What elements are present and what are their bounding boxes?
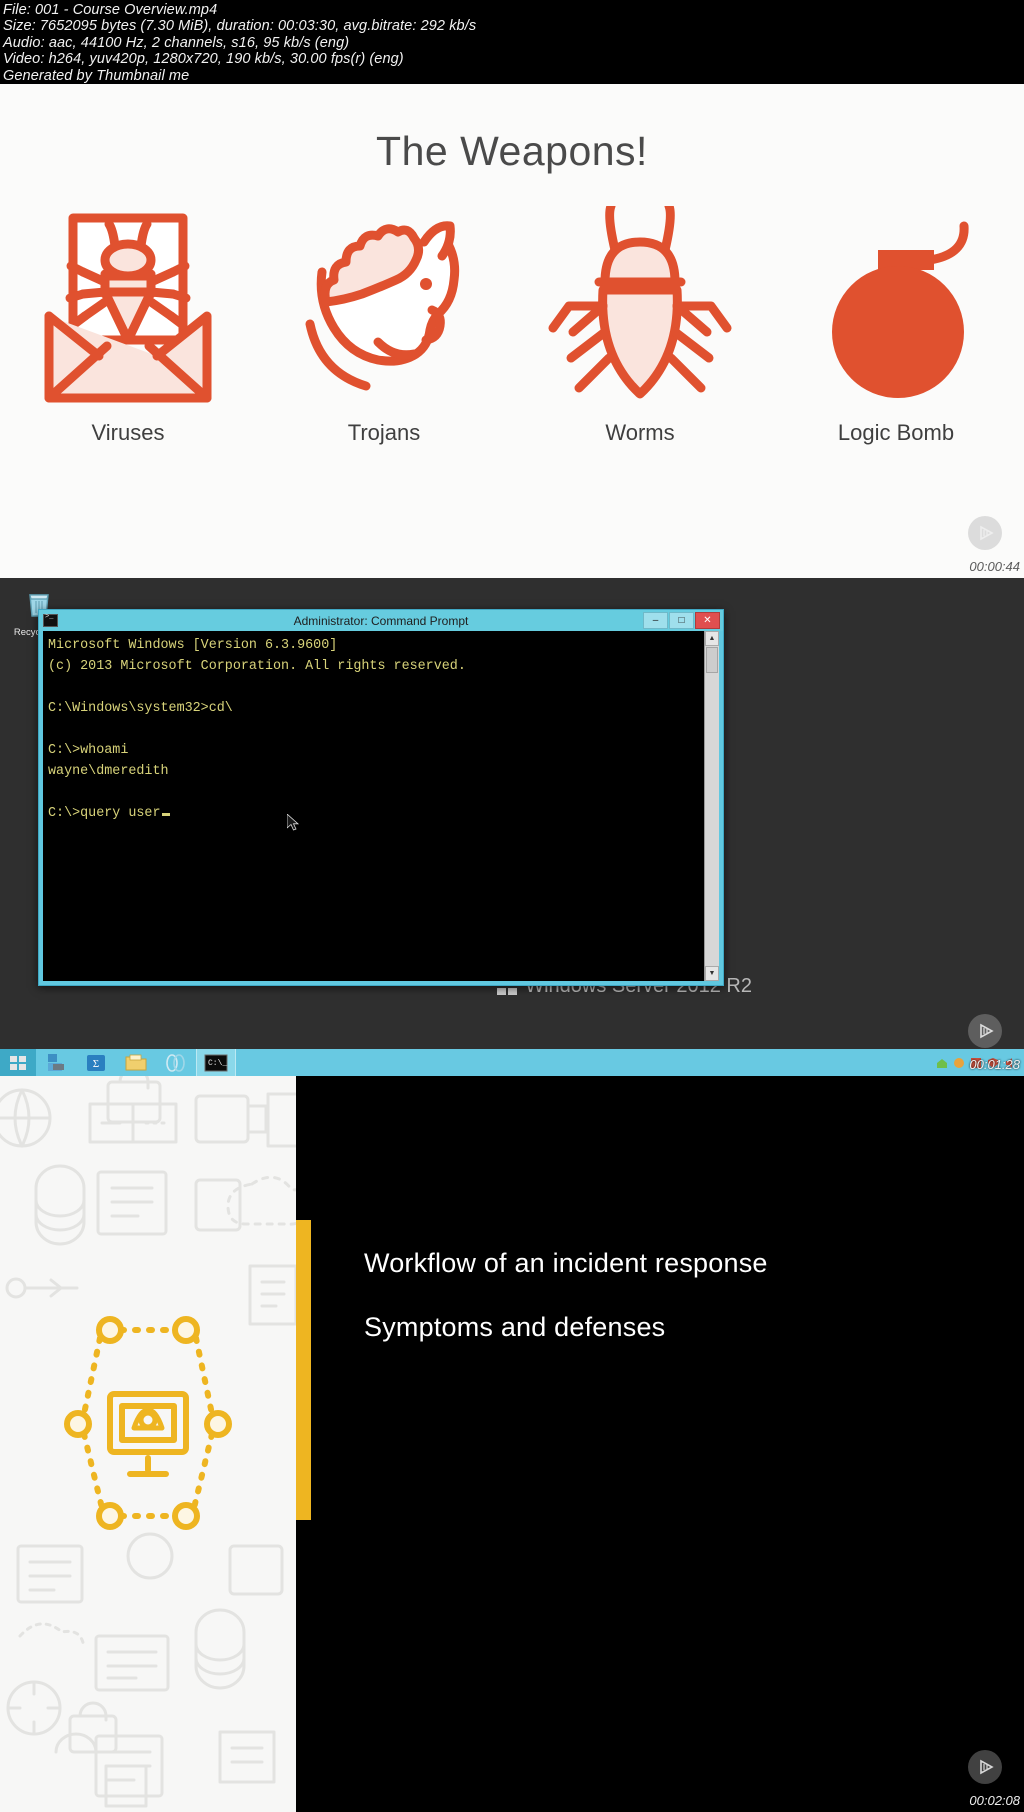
file-info-line-size: Size: 7652095 bytes (7.30 MiB), duration…	[3, 18, 477, 35]
file-info-line-video: Video: h264, yuv420p, 1280x720, 190 kb/s…	[3, 51, 404, 68]
timestamp-slide-1: 00:00:44	[969, 559, 1020, 574]
taskbar-item-file-explorer[interactable]	[116, 1049, 156, 1076]
terminal-output-area[interactable]: Microsoft Windows [Version 6.3.9600] (c)…	[43, 631, 719, 981]
weapon-label: Viruses	[91, 420, 165, 445]
weapons-icon-row: Viruses Trojans Worms Logic Bomb	[0, 206, 1024, 446]
agenda-line: Workflow of an incident response	[364, 1248, 768, 1278]
scroll-down-arrow[interactable]: ▼	[705, 966, 719, 981]
svg-text:C:\_: C:\_	[208, 1059, 227, 1068]
bomb-icon	[832, 221, 969, 398]
powershell-icon: Σ	[87, 1054, 105, 1071]
play-watermark-icon	[968, 1014, 1002, 1048]
taskbar-item-server-manager[interactable]	[36, 1049, 76, 1076]
command-prompt-window[interactable]: Administrator: Command Prompt – □ ✕ Micr…	[38, 609, 724, 986]
windows-desktop: Recycle Bin Windows Server 2012 R2 Admin…	[0, 578, 1024, 1076]
taskbar-item-network-shares[interactable]	[156, 1049, 196, 1076]
server-manager-icon	[48, 1053, 64, 1071]
accent-bar	[296, 1220, 311, 1520]
terminal-text: Microsoft Windows [Version 6.3.9600] (c)…	[48, 638, 466, 821]
timestamp-slide-3: 00:02:08	[969, 1793, 1020, 1808]
taskbar[interactable]: Σ C:\_	[0, 1049, 1024, 1076]
file-info-line-generator: Generated by Thumbnail me	[3, 67, 190, 84]
agenda-line: Symptoms and defenses	[364, 1312, 666, 1342]
svg-text:Σ: Σ	[93, 1058, 99, 1070]
weapon-item-trojans: Trojans	[256, 206, 512, 446]
agenda-text-block: Workflow of an incident response Symptom…	[364, 1231, 768, 1359]
play-watermark-icon	[968, 1750, 1002, 1784]
network-shares-icon	[166, 1053, 185, 1072]
thumbnail-slide-desktop: Recycle Bin Windows Server 2012 R2 Admin…	[0, 578, 1024, 1076]
command-prompt-icon: C:\_	[204, 1054, 228, 1071]
taskbar-item-powershell[interactable]: Σ	[76, 1049, 116, 1076]
envelope-bug-icon	[0, 206, 256, 406]
window-title-bar[interactable]: Administrator: Command Prompt – □ ✕	[39, 610, 723, 631]
scroll-up-arrow[interactable]: ▲	[705, 631, 719, 646]
play-watermark-icon	[968, 516, 1002, 550]
vertical-scrollbar[interactable]: ▲ ▼	[704, 631, 719, 981]
worm-bug-icon	[548, 206, 732, 399]
home-icon[interactable]	[936, 1057, 948, 1069]
file-info-line-audio: Audio: aac, 44100 Hz, 2 channels, s16, 9…	[3, 34, 350, 51]
scrollbar-thumb[interactable]	[706, 647, 718, 673]
windows-logo-icon	[10, 1055, 26, 1070]
network-security-illustration	[0, 1076, 296, 1812]
start-button[interactable]	[0, 1049, 36, 1076]
mouse-cursor-icon	[287, 814, 300, 831]
weapon-item-viruses: Viruses	[0, 206, 256, 446]
weapon-item-worms: Worms	[512, 206, 768, 446]
file-info-line-filename: File: 001 - Course Overview.mp4	[3, 2, 218, 18]
thumbnail-slide-weapons: The Weapons! Viruses Trojans Worms Logic…	[0, 84, 1024, 578]
network-icon[interactable]	[953, 1057, 965, 1069]
trojan-horse-icon	[256, 206, 512, 406]
weapon-label: Trojans	[347, 420, 421, 445]
weapon-item-logic-bomb: Logic Bomb	[768, 206, 1024, 446]
terminal-cursor	[161, 813, 170, 816]
timestamp-slide-2: 00:01:28	[969, 1057, 1020, 1072]
taskbar-item-command-prompt[interactable]: C:\_	[196, 1049, 236, 1076]
weapon-label: Logic Bomb	[837, 420, 955, 445]
window-title: Administrator: Command Prompt	[293, 613, 469, 628]
thumbnail-slide-agenda: Workflow of an incident response Symptom…	[0, 1076, 1024, 1812]
thumbnail-sheet: File: 001 - Course Overview.mp4 Size: 76…	[0, 0, 1024, 1812]
weapon-label: Worms	[605, 420, 675, 445]
page-title: The Weapons!	[376, 128, 648, 174]
file-explorer-icon	[125, 1054, 147, 1070]
file-info-header: File: 001 - Course Overview.mp4 Size: 76…	[0, 0, 1024, 84]
